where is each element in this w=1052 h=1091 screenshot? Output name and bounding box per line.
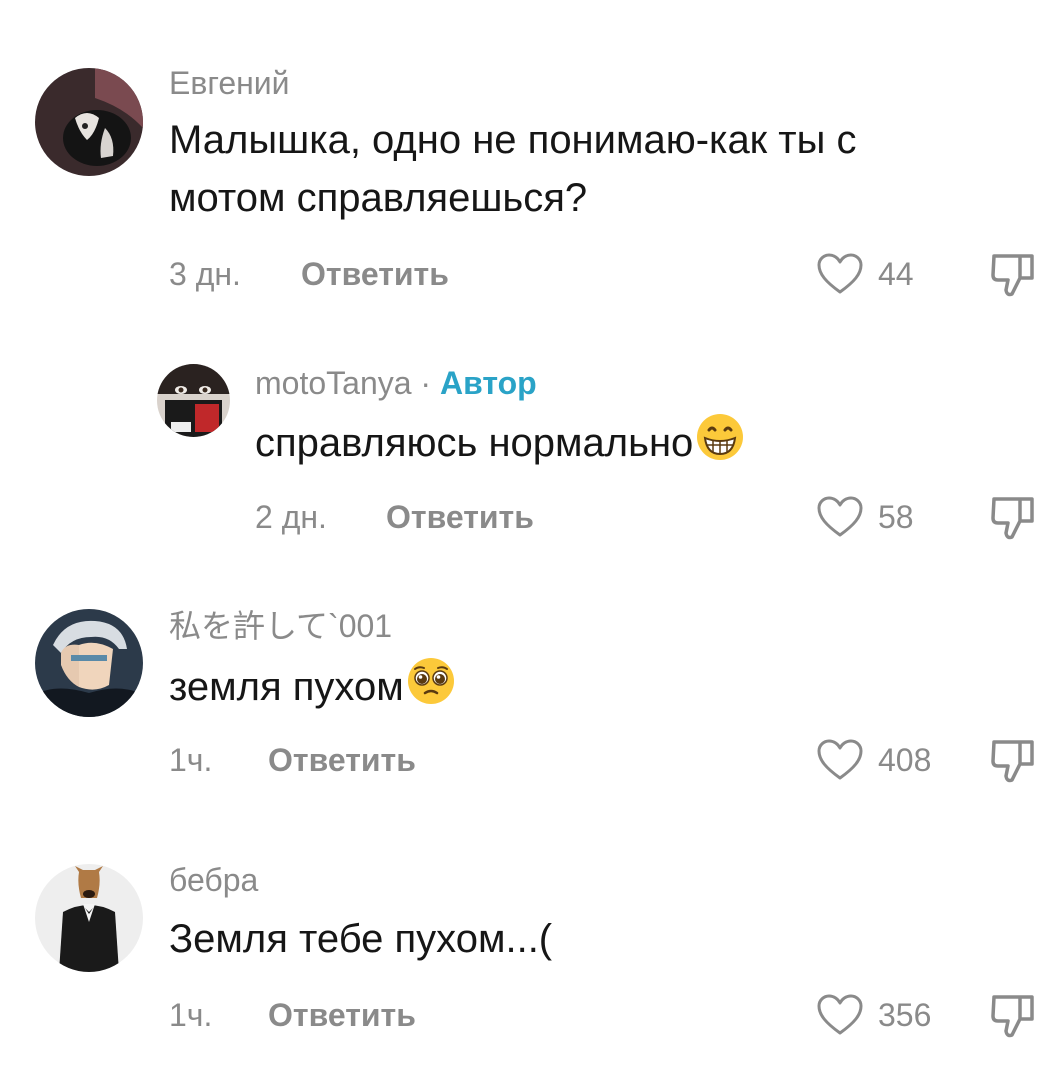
thumbs-down-icon[interactable]	[990, 736, 1036, 786]
comment-text: справляюсь нормально	[255, 412, 745, 478]
reply-button[interactable]: Ответить	[386, 501, 534, 533]
comment-text: Земля тебе пухом...(	[169, 910, 552, 968]
like-count: 408	[878, 742, 932, 778]
comment-time: 1ч.	[169, 742, 213, 778]
comment-text-line: справляюсь нормально	[255, 421, 694, 465]
heart-icon[interactable]	[816, 738, 864, 782]
grinning-face-emoji-icon	[695, 412, 745, 478]
avatar[interactable]	[35, 609, 143, 717]
avatar[interactable]	[35, 864, 143, 972]
username-row: motoTanya · Автор	[255, 367, 537, 399]
avatar[interactable]	[157, 364, 230, 437]
avatar[interactable]	[35, 68, 143, 176]
comment-text-line: Земля тебе пухом...(	[169, 917, 553, 961]
comment-time: 3 дн.	[169, 256, 241, 292]
comment-text-line: земля пухом	[169, 665, 404, 709]
comment-item: 私を許して`001 земля пухом 1ч. Ответить 408	[0, 580, 1052, 840]
thumbs-down-icon[interactable]	[990, 991, 1036, 1041]
comment-text: Малышка, одно не понимаю-как ты с мотом …	[169, 111, 856, 227]
username[interactable]: Евгений	[169, 67, 290, 99]
heart-icon[interactable]	[816, 993, 864, 1037]
pleading-face-emoji-icon	[406, 656, 456, 722]
comment-text-line: мотом справляешься?	[169, 176, 588, 220]
author-badge: Автор	[439, 365, 537, 401]
comment-text-line: Малышка, одно не понимаю-как ты с	[169, 118, 857, 162]
like-count: 356	[878, 997, 932, 1033]
reply-button[interactable]: Ответить	[301, 258, 449, 290]
comment-item: Евгений Малышка, одно не понимаю-как ты …	[0, 0, 1052, 330]
thumbs-down-icon[interactable]	[990, 250, 1036, 300]
reply-button[interactable]: Ответить	[268, 999, 416, 1031]
like-count: 44	[878, 256, 914, 292]
thumbs-down-icon[interactable]	[990, 493, 1036, 543]
username[interactable]: motoTanya	[255, 365, 412, 401]
like-count: 58	[878, 499, 914, 535]
heart-icon[interactable]	[816, 252, 864, 296]
comment-item: бебра Земля тебе пухом...( 1ч. Ответить …	[0, 840, 1052, 1091]
comment-text: земля пухом	[169, 656, 456, 722]
username[interactable]: бебра	[169, 864, 258, 896]
separator: ·	[420, 365, 432, 401]
heart-icon[interactable]	[816, 495, 864, 539]
reply-button[interactable]: Ответить	[268, 744, 416, 776]
comment-time: 1ч.	[169, 997, 213, 1033]
comments-list: Евгений Малышка, одно не понимаю-как ты …	[0, 0, 1052, 1091]
comment-time: 2 дн.	[255, 499, 327, 535]
username[interactable]: 私を許して`001	[169, 610, 392, 642]
reply-comment-item: motoTanya · Автор справляюсь нормально 2…	[0, 330, 1052, 580]
